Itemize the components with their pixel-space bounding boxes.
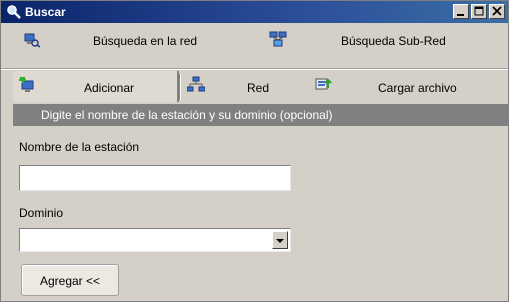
minimize-icon xyxy=(457,14,464,16)
add-station-icon xyxy=(19,77,34,92)
network-search-icon xyxy=(24,33,41,48)
close-icon xyxy=(492,6,502,16)
search-icon xyxy=(7,5,21,19)
maximize-icon xyxy=(474,6,484,16)
tab-divider xyxy=(179,74,181,100)
search-window: Buscar Búsqueda en la red Búsqueda Sub-R… xyxy=(0,0,509,302)
mode-tabs: Adicionar Red Cargar archivo xyxy=(1,71,508,102)
tab-network-label: Red xyxy=(247,81,270,95)
chevron-down-icon xyxy=(276,239,284,243)
network-search-label: Búsqueda en la red xyxy=(93,34,198,48)
subnet-search-label: Búsqueda Sub-Red xyxy=(341,34,446,48)
add-station-button-label: Agregar << xyxy=(39,274,101,288)
tab-add[interactable]: Adicionar xyxy=(13,71,179,102)
upload-file-icon xyxy=(315,78,332,90)
subnet-search-button[interactable]: Búsqueda Sub-Red xyxy=(251,26,501,54)
title-bar[interactable]: Buscar xyxy=(1,1,508,23)
window-title: Buscar xyxy=(25,5,66,19)
search-toolbar: Búsqueda en la red Búsqueda Sub-Red xyxy=(1,26,508,54)
domain-label: Dominio xyxy=(19,206,64,220)
network-icon xyxy=(187,76,205,92)
network-search-button[interactable]: Búsqueda en la red xyxy=(11,26,241,54)
tab-upload-label: Cargar archivo xyxy=(378,81,457,95)
hint-text: Digite el nombre de la estación y su dom… xyxy=(41,108,333,122)
hint-bar: Digite el nombre de la estación y su dom… xyxy=(13,104,508,126)
station-name-input[interactable] xyxy=(19,165,291,191)
domain-select[interactable] xyxy=(19,228,291,252)
add-station-button[interactable]: Agregar << xyxy=(21,264,119,296)
minimize-button[interactable] xyxy=(453,4,469,19)
tab-add-label: Adicionar xyxy=(84,81,135,95)
close-button[interactable] xyxy=(489,4,505,19)
maximize-button[interactable] xyxy=(471,4,487,19)
station-name-label: Nombre de la estación xyxy=(19,140,140,154)
tab-network[interactable]: Red xyxy=(183,71,283,102)
tab-upload[interactable]: Cargar archivo xyxy=(301,71,501,102)
subnet-search-icon xyxy=(269,31,287,47)
domain-dropdown-button[interactable] xyxy=(272,231,288,249)
toolbar-separator xyxy=(1,68,508,70)
